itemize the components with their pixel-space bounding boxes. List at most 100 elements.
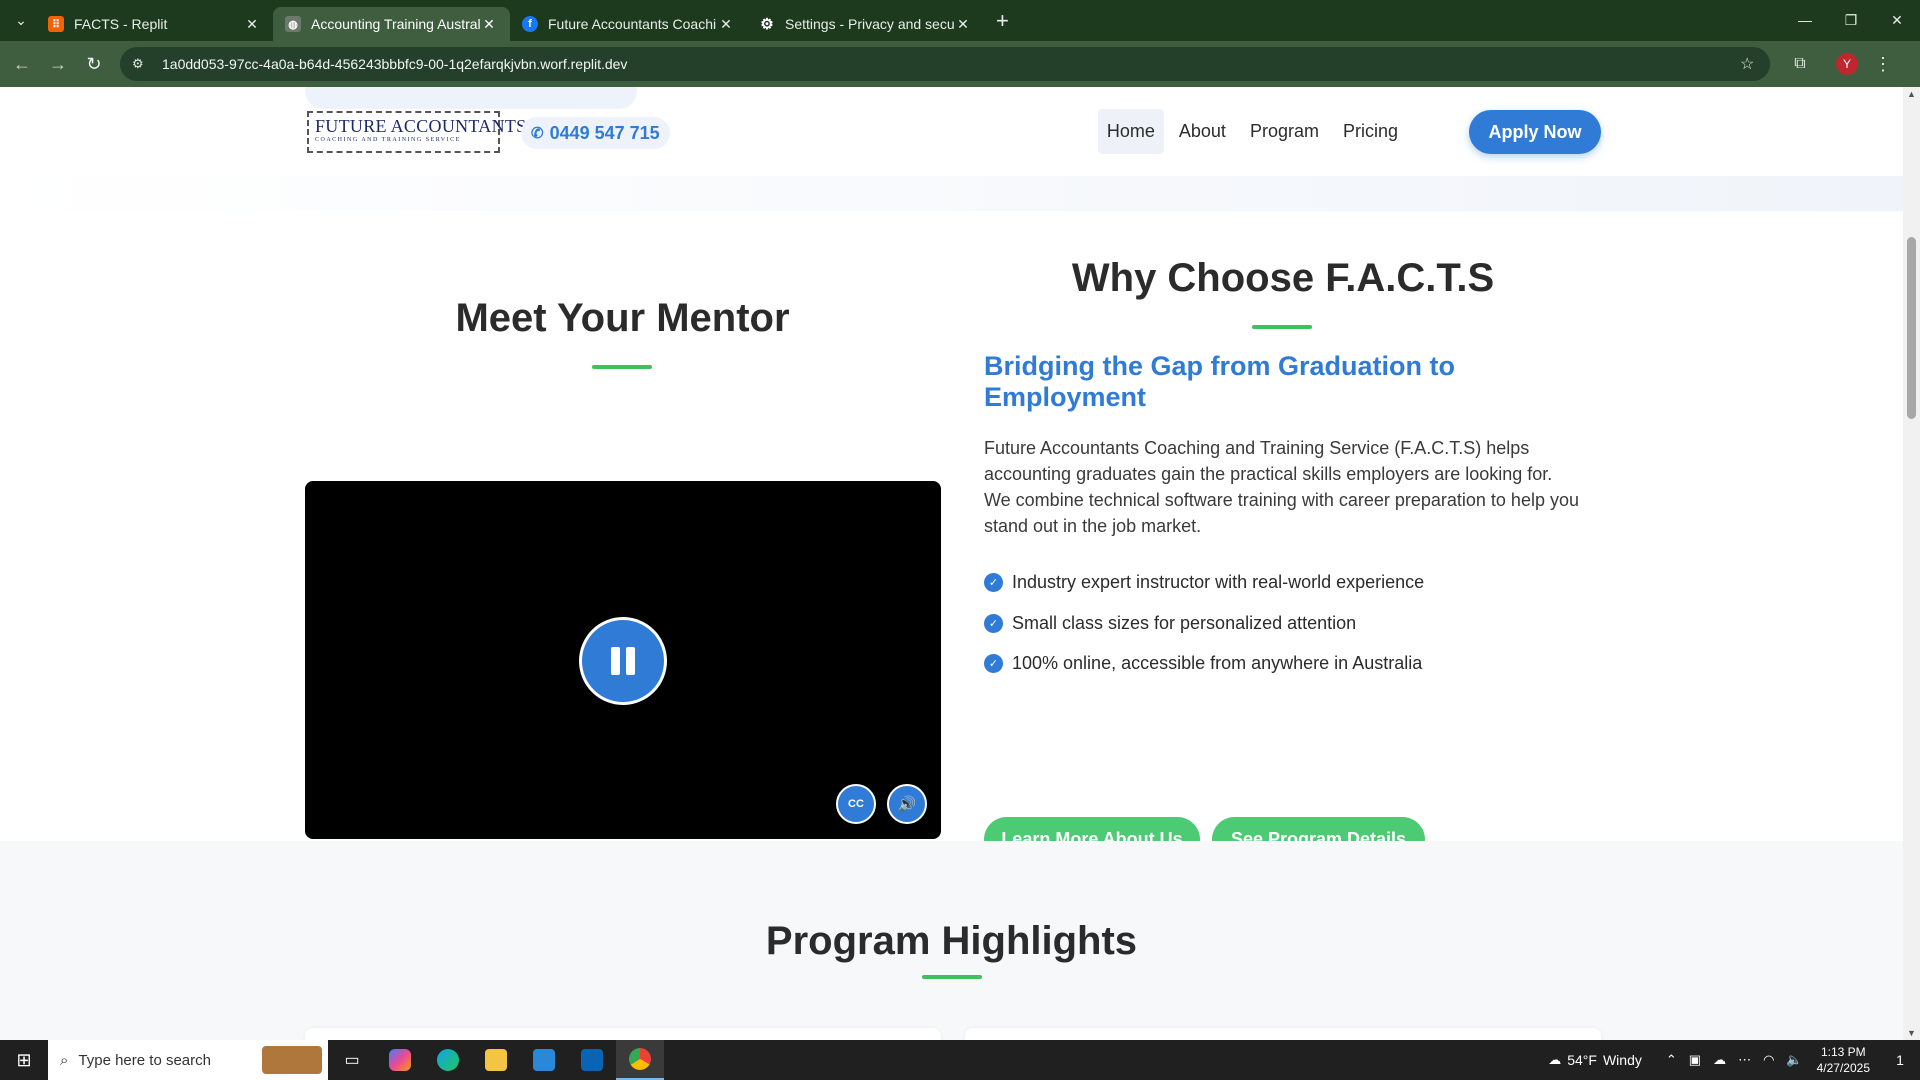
profile-avatar[interactable]: Y [1836,53,1858,75]
taskbar-search-box[interactable]: ⌕ Type here to search [48,1040,328,1080]
mentor-heading: Meet Your Mentor [455,296,790,340]
tab-search-button[interactable]: ⌄ [6,6,36,36]
reload-icon[interactable]: ↻ [76,46,112,82]
why-subheading: Bridging the Gap from Graduation to Empl… [984,351,1455,412]
outlook-icon[interactable] [568,1040,616,1080]
minimize-icon[interactable]: — [1782,0,1828,40]
chrome-icon[interactable] [616,1040,664,1080]
replit-icon: ⠿ [48,16,64,32]
scrollbar-thumb[interactable] [1907,237,1916,419]
url-text: 1a0dd053-97cc-4a0a-b64d-456243bbbfc9-00-… [162,56,628,72]
tab-facebook[interactable]: f Future Accountants Coaching & ✕ [510,7,747,41]
feature-text: Small class sizes for personalized atten… [1012,613,1357,633]
check-circle-icon: ✓ [984,614,1003,633]
restore-icon[interactable]: ❐ [1828,0,1874,40]
volume-button[interactable]: 🔊 [887,784,927,824]
feature-text: 100% online, accessible from anywhere in… [1012,653,1423,673]
address-bar[interactable]: ⚙ 1a0dd053-97cc-4a0a-b64d-456243bbbfc9-0… [120,47,1770,81]
tab-title: Settings - Privacy and security [785,16,954,32]
hero-bottom-band [0,176,1903,211]
pause-button[interactable] [579,617,667,705]
wifi-icon[interactable]: ◠ [1763,1052,1774,1068]
back-icon[interactable]: ← [4,46,40,82]
tab-accounting-training[interactable]: ◍ Accounting Training Australia | ✕ [273,7,510,41]
forward-icon[interactable]: → [40,46,76,82]
apply-now-button[interactable]: Apply Now [1469,110,1601,154]
new-tab-button[interactable]: + [996,8,1009,34]
highlight-card [305,1028,941,1040]
logo-subtitle: COACHING AND TRAINING SERVICE [315,137,461,143]
tab-settings[interactable]: ⚙ Settings - Privacy and security ✕ [747,7,984,41]
network-icon[interactable]: ⋯ [1738,1052,1751,1068]
tab-title: Future Accountants Coaching & [548,16,717,32]
weather-temp[interactable]: 54°F [1567,1052,1597,1068]
facebook-icon: f [522,16,538,32]
nav-pricing[interactable]: Pricing [1334,109,1407,154]
browser-toolbar: ← → ↻ ⚙ 1a0dd053-97cc-4a0a-b64d-456243bb… [0,41,1920,87]
nav-program[interactable]: Program [1241,109,1328,154]
highlight-card [965,1028,1601,1040]
why-heading-underline [1252,325,1312,329]
scroll-down-icon[interactable]: ▼ [1907,1028,1916,1038]
site-header: FUTURE ACCOUNTANTS COACHING AND TRAINING… [0,87,1903,176]
feature-item: ✓ Small class sizes for personalized att… [984,613,1356,634]
program-highlights-section: Program Highlights [0,841,1903,1040]
phone-number: 0449 547 715 [549,122,660,143]
scroll-up-icon[interactable]: ▲ [1907,89,1916,99]
volume-icon[interactable]: 🔈 [1786,1052,1802,1068]
captions-button[interactable]: CC [836,784,876,824]
close-window-icon[interactable]: ✕ [1874,0,1920,40]
why-heading: Why Choose F.A.C.T.S [1071,256,1495,300]
feature-item: ✓ Industry expert instructor with real-w… [984,572,1424,593]
meet-now-icon[interactable]: ▣ [1689,1052,1701,1068]
search-highlight-image [262,1046,322,1074]
close-tab-icon[interactable]: ✕ [717,16,735,33]
header-overflow-pill [305,87,637,109]
site-logo[interactable]: FUTURE ACCOUNTANTS COACHING AND TRAINING… [307,111,527,153]
volume-icon: 🔊 [897,796,917,813]
task-view-icon[interactable]: ▭ [328,1040,376,1080]
windows-taskbar: ⊞ ⌕ Type here to search ▭ ☁ 54°F Windy ⌃… [0,1040,1920,1080]
window-controls: — ❐ ✕ [1782,0,1920,40]
windows-start-icon[interactable]: ⊞ [0,1040,48,1080]
clock-time: 1:13 PM [1820,1045,1866,1059]
why-paragraph: Future Accountants Coaching and Training… [984,438,1579,536]
file-explorer-icon[interactable] [472,1040,520,1080]
close-tab-icon[interactable]: ✕ [243,16,261,33]
onedrive-icon[interactable]: ☁ [1713,1052,1726,1068]
logo-title: FUTURE ACCOUNTANTS [315,116,527,136]
bookmark-star-icon[interactable]: ☆ [1740,54,1770,74]
globe-icon: ◍ [285,16,301,32]
browser-menu-icon[interactable]: ⋮ [1868,54,1898,75]
feature-text: Industry expert instructor with real-wor… [1012,572,1425,592]
feature-item: ✓ 100% online, accessible from anywhere … [984,653,1422,674]
captions-icon: CC [848,798,864,810]
check-circle-icon: ✓ [984,654,1003,673]
page-viewport: FUTURE ACCOUNTANTS COACHING AND TRAINING… [0,87,1920,1040]
mentor-why-section: Meet Your Mentor CC 🔊 Why Choose F.A.C.T… [0,211,1903,862]
nav-about[interactable]: About [1170,109,1235,154]
search-placeholder: Type here to search [78,1051,211,1069]
edge-icon[interactable] [424,1040,472,1080]
pause-icon [611,647,620,675]
weather-icon[interactable]: ☁ [1548,1052,1561,1068]
page-scrollbar[interactable]: ▲ ▼ [1903,87,1920,1040]
show-hidden-icons-icon[interactable]: ⌃ [1666,1052,1677,1068]
weather-desc[interactable]: Windy [1603,1052,1642,1068]
extensions-icon[interactable]: ⧉ [1782,46,1818,82]
microsoft-store-icon[interactable] [520,1040,568,1080]
highlights-heading-underline [922,975,982,979]
mentor-video-player[interactable]: CC 🔊 [305,481,941,839]
tab-facts-replit[interactable]: ⠿ FACTS - Replit ✕ [36,7,273,41]
close-tab-icon[interactable]: ✕ [954,16,972,33]
copilot-icon[interactable] [376,1040,424,1080]
phone-link[interactable]: ✆ 0449 547 715 [521,117,670,149]
close-tab-icon[interactable]: ✕ [480,16,498,33]
nav-home[interactable]: Home [1097,109,1164,154]
tab-title: Accounting Training Australia | [311,16,480,32]
site-info-icon[interactable]: ⚙ [132,56,152,72]
taskbar-clock[interactable]: 1:13 PM 4/27/2025 [1817,1044,1870,1076]
main-nav: Home About Program Pricing [1092,109,1407,154]
phone-icon: ✆ [531,125,544,142]
notification-center-icon[interactable]: 1 [1880,1040,1920,1080]
